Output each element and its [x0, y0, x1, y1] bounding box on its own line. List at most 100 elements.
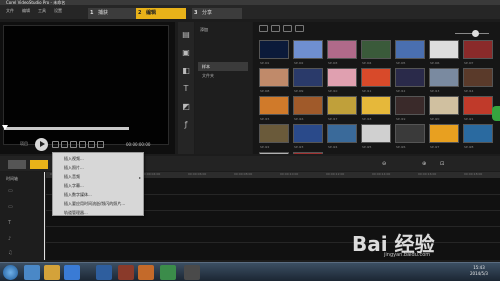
library-thumbnail[interactable]: SP-I22	[259, 124, 289, 149]
timeline-view-button[interactable]	[30, 160, 48, 169]
library-thumbnail[interactable]: SP-I14	[463, 68, 493, 93]
menu-edit[interactable]: 编辑	[22, 8, 30, 14]
library-thumbnail[interactable]: SP-I17	[327, 96, 357, 121]
library-thumbnail[interactable]: SP-I15	[259, 96, 289, 121]
library-thumbnail[interactable]: SP-I27	[429, 124, 459, 149]
ruler-tick-label: 00:00:08:00	[234, 172, 253, 176]
title-icon[interactable]: T	[181, 84, 191, 93]
overlay-track-icon[interactable]: ▭	[8, 204, 13, 210]
previous-frame-button[interactable]	[61, 141, 68, 148]
next-frame-button[interactable]	[70, 141, 77, 148]
library-thumbnail[interactable]: SP-I20	[429, 96, 459, 121]
timeline-label: 时间轴	[6, 176, 18, 181]
thumbnail-label: SP-I08	[260, 89, 270, 93]
menu-tools[interactable]: 工具	[38, 8, 46, 14]
app-icon[interactable]	[118, 265, 134, 280]
playhead[interactable]	[44, 172, 45, 260]
library-thumbnail[interactable]: SP-I29	[259, 152, 289, 154]
thumbnail-size-knob[interactable]	[472, 30, 479, 37]
play-button[interactable]	[35, 138, 48, 151]
menu-file[interactable]: 文件	[6, 8, 14, 14]
storyboard-view-button[interactable]	[8, 160, 26, 169]
home-button[interactable]	[52, 141, 59, 148]
instant-project-icon[interactable]: ▣	[181, 48, 191, 57]
video-track-icon[interactable]: ▭	[8, 188, 13, 194]
library-thumbnail[interactable]: SP-I09	[293, 68, 323, 93]
library-thumbnail[interactable]: SP-I03	[327, 40, 357, 65]
library-thumbnail[interactable]: SP-I21	[463, 96, 493, 121]
transition-icon[interactable]: ◧	[181, 66, 191, 75]
folder-icon[interactable]	[259, 25, 268, 32]
library-thumbnail[interactable]: SP-I10	[327, 68, 357, 93]
tab-edit[interactable]: 2 编辑	[136, 8, 186, 19]
library-thumbnail[interactable]: SP-I24	[327, 124, 357, 149]
tab-share[interactable]: 3 分享	[192, 8, 242, 19]
thumbnail-label: SP-I18	[362, 117, 372, 121]
start-button[interactable]	[3, 265, 18, 280]
thumbnail-label: SP-I16	[294, 117, 304, 121]
options-panel-toggle[interactable]	[492, 106, 500, 121]
library-thumbnail[interactable]: SP-I25	[361, 124, 391, 149]
folder-other[interactable]: 文件夹	[198, 73, 248, 80]
photo-filter-icon[interactable]	[283, 25, 292, 32]
volume-button[interactable]	[97, 141, 104, 148]
ruler-tick-label: 00:00:06:00	[188, 172, 207, 176]
menu-settings[interactable]: 设置	[54, 8, 62, 14]
library-thumbnail[interactable]: SP-I05	[395, 40, 425, 65]
library-thumbnail[interactable]: SP-I19	[395, 96, 425, 121]
audio-filter-icon[interactable]	[295, 25, 304, 32]
voice-track-icon[interactable]: ♪	[8, 236, 11, 242]
library-thumbnail[interactable]: SP-I06	[429, 40, 459, 65]
library-thumbnail[interactable]: SP-I02	[293, 40, 323, 65]
app-icon[interactable]	[138, 265, 154, 280]
filter-icon[interactable]: ƒ	[181, 120, 191, 129]
videostudio-taskbar-icon[interactable]	[184, 265, 200, 280]
video-filter-icon[interactable]	[271, 25, 280, 32]
graphic-icon[interactable]: ◩	[181, 102, 191, 111]
add-folder-button[interactable]: 添加	[200, 27, 208, 33]
scrub-bar[interactable]	[4, 127, 129, 130]
library-thumbnail[interactable]: SP-I04	[361, 40, 391, 65]
ie-icon[interactable]	[24, 265, 40, 280]
library-thumbnail[interactable]: SP-I28	[463, 124, 493, 149]
scrub-handle[interactable]	[2, 125, 8, 130]
menu-track-manager[interactable]: 轨道管理器...	[64, 210, 88, 216]
timecode-display[interactable]: 00:00:00:00	[126, 142, 150, 147]
app-icon[interactable]	[160, 265, 176, 280]
folder-samples[interactable]: 样本	[198, 62, 248, 71]
zoom-out-icon[interactable]: ⊖	[382, 161, 386, 167]
library-thumbnail[interactable]: SP-I23	[293, 124, 323, 149]
tab-share-label: 分享	[202, 10, 213, 16]
music-track-icon[interactable]: ♫	[8, 250, 12, 256]
menu-insert-video[interactable]: 插入视频...	[64, 156, 84, 162]
library-thumbnail[interactable]: SP-I26	[395, 124, 425, 149]
library-thumbnail[interactable]: SP-I30	[293, 152, 323, 154]
title-track-icon[interactable]: T	[8, 220, 11, 226]
thumbnail-label: SP-I22	[260, 145, 270, 149]
tab-capture[interactable]: 1 捕获	[88, 8, 138, 19]
repeat-button[interactable]	[88, 141, 95, 148]
library-thumbnail[interactable]: SP-I13	[429, 68, 459, 93]
preview-mode-label[interactable]: 项目	[20, 141, 28, 147]
app-icon[interactable]	[96, 265, 112, 280]
library-thumbnail[interactable]: SP-I18	[361, 96, 391, 121]
menu-insert-audio[interactable]: 插入音频	[64, 174, 80, 180]
explorer-icon[interactable]	[44, 265, 60, 280]
fit-project-icon[interactable]: ⊡	[440, 161, 444, 167]
library-thumbnail[interactable]: SP-I01	[259, 40, 289, 65]
library-thumbnail[interactable]: SP-I11	[361, 68, 391, 93]
library-thumbnail[interactable]: SP-I08	[259, 68, 289, 93]
library-thumbnail[interactable]: SP-I07	[463, 40, 493, 65]
library-thumbnail[interactable]: SP-I12	[395, 68, 425, 93]
menu-insert-title[interactable]: 插入字幕...	[64, 183, 84, 189]
library-thumbnail[interactable]: SP-I16	[293, 96, 323, 121]
menu-insert-digital-media[interactable]: 插入数字媒体...	[64, 192, 92, 198]
media-player-icon[interactable]	[64, 265, 80, 280]
menu-insert-photo[interactable]: 插入照片...	[64, 165, 84, 171]
menu-insert-time-lapse[interactable]: 插入要应用时间流逝/频闪的照片...	[64, 201, 125, 207]
zoom-in-icon[interactable]: ⊕	[422, 161, 426, 167]
end-button[interactable]	[79, 141, 86, 148]
taskbar-clock[interactable]: 15:43 2014/5/3	[470, 265, 488, 277]
thumbnail-label: SP-I19	[396, 117, 406, 121]
media-icon[interactable]: ▤	[181, 30, 191, 39]
